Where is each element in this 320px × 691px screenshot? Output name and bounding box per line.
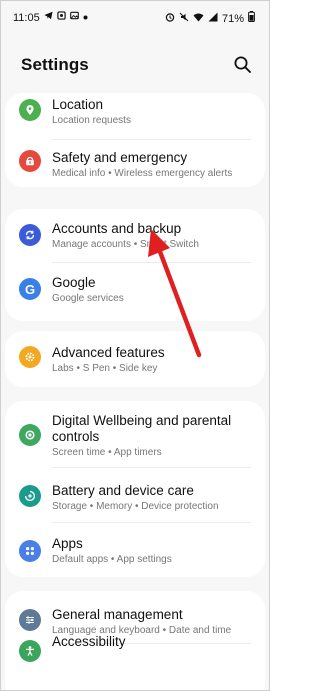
settings-item-subtitle: Storage • Memory • Device protection — [52, 501, 219, 512]
settings-item-subtitle: Screen time • App timers — [52, 447, 162, 458]
settings-item-accessibility[interactable]: Accessibility — [5, 634, 265, 690]
apps-grid-icon — [19, 540, 41, 562]
search-icon[interactable] — [233, 55, 253, 75]
device-care-icon — [19, 485, 41, 507]
emergency-alert-icon — [19, 150, 41, 172]
signal-icon — [208, 12, 218, 26]
mute-icon — [179, 12, 189, 26]
accessibility-icon — [19, 640, 41, 662]
settings-card-2: Accounts and backup Manage accounts • Sm… — [5, 209, 265, 321]
settings-item-subtitle: Default apps • App settings — [52, 554, 172, 565]
settings-card-3: Advanced features Labs • S Pen • Side ke… — [5, 331, 265, 387]
gear-star-icon — [19, 346, 41, 368]
phone-screen: 11:05 71% Settings Location Location req… — [0, 0, 270, 691]
telegram-icon — [44, 11, 53, 24]
status-right: 71% — [165, 11, 255, 26]
settings-item-subtitle: Labs • S Pen • Side key — [52, 363, 158, 374]
settings-item-title: Battery and device care — [52, 483, 194, 498]
settings-card-1: Location Location requests Safety and em… — [5, 93, 265, 187]
settings-item-location[interactable]: Location Location requests — [5, 93, 265, 139]
settings-item-battery[interactable]: Battery and device care Storage • Memory… — [5, 468, 265, 522]
settings-item-apps[interactable]: Apps Default apps • App settings — [5, 523, 265, 577]
settings-item-subtitle: Medical info • Wireless emergency alerts — [52, 168, 233, 179]
settings-card-4: Digital Wellbeing and parental controls … — [5, 401, 265, 577]
status-bar: 11:05 71% — [1, 1, 269, 35]
sync-icon — [19, 224, 41, 246]
sliders-icon — [19, 609, 41, 631]
settings-item-google[interactable]: G Google Google services — [5, 263, 265, 321]
battery-icon — [248, 11, 255, 26]
dot-icon — [83, 12, 88, 24]
settings-item-safety[interactable]: Safety and emergency Medical info • Wire… — [5, 140, 265, 186]
page-header: Settings — [21, 55, 253, 81]
image-icon — [69, 11, 79, 24]
alarm-icon — [165, 12, 175, 26]
settings-item-title: Advanced features — [52, 345, 165, 360]
settings-item-title: Google — [52, 275, 96, 290]
wifi-icon — [193, 12, 204, 26]
google-icon: G — [19, 278, 41, 300]
settings-item-title: Safety and emergency — [52, 150, 188, 165]
settings-item-subtitle: Google services — [52, 293, 124, 304]
settings-card-5: General management Language and keyboard… — [5, 591, 265, 690]
settings-item-title: Digital Wellbeing and parental controls — [52, 413, 232, 444]
page-title: Settings — [21, 55, 89, 74]
settings-item-advanced-features[interactable]: Advanced features Labs • S Pen • Side ke… — [5, 331, 265, 387]
settings-item-subtitle: Manage accounts • Smart Switch — [52, 239, 199, 250]
settings-item-title: Location — [52, 97, 104, 112]
location-pin-icon — [19, 99, 41, 121]
status-left: 11:05 — [13, 11, 88, 24]
notification-icon — [57, 11, 66, 24]
settings-item-general-management[interactable]: General management Language and keyboard… — [5, 591, 265, 641]
wellbeing-icon — [19, 424, 41, 446]
settings-item-subtitle: Location requests — [52, 115, 131, 126]
settings-item-title: General management — [52, 607, 183, 622]
battery-percent: 71% — [221, 12, 244, 25]
settings-item-title: Accessibility — [52, 634, 126, 649]
settings-item-title: Apps — [52, 536, 83, 551]
status-time: 11:05 — [13, 11, 40, 24]
settings-item-digital-wellbeing[interactable]: Digital Wellbeing and parental controls … — [5, 401, 265, 467]
settings-item-title: Accounts and backup — [52, 221, 182, 236]
settings-item-accounts[interactable]: Accounts and backup Manage accounts • Sm… — [5, 209, 265, 263]
